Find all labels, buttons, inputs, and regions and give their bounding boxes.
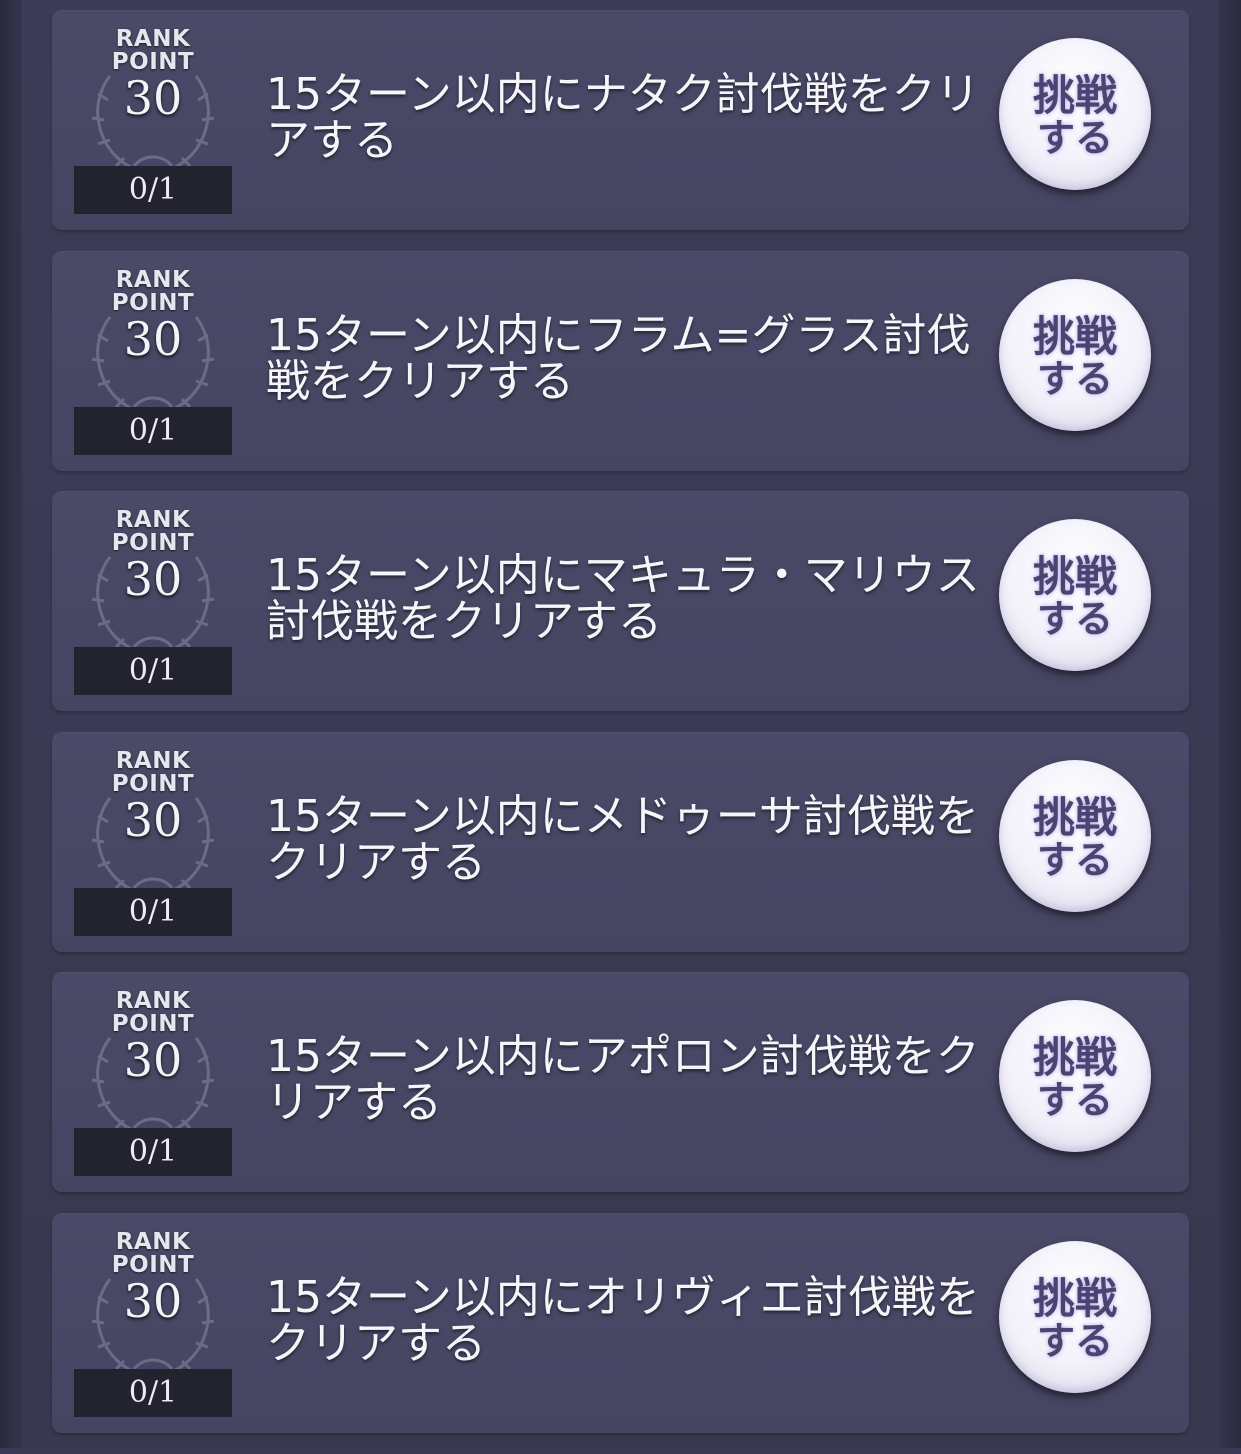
mission-card: RANK POINT 30 0/1 15ターン以内にマキュラ・マリウス討伐戦をク…	[52, 491, 1189, 712]
rank-point-badge: RANK POINT 30 0/1	[74, 507, 232, 696]
mission-card: RANK POINT 30 0/1 15ターン以内にフラム=グラス討伐戦をクリア…	[52, 250, 1189, 471]
rank-label-line1: RANK	[115, 988, 191, 1015]
rank-label-line1: RANK	[115, 1228, 191, 1255]
rank-point-value: 30	[123, 71, 183, 125]
mission-description: 15ターン以内にアポロン討伐戦をクリアする	[266, 1031, 980, 1129]
mission-list: RANK POINT 30 0/1 15ターン以内にナタク討伐戦をクリアする 挑…	[52, 10, 1189, 1454]
rank-point-label: RANK POINT	[74, 266, 232, 315]
rank-point-badge: RANK POINT 30 0/1	[74, 26, 232, 214]
rank-label-line1: RANK	[115, 266, 191, 293]
mission-description: 15ターン以内にメドゥーサ討伐戦をクリアする	[266, 790, 979, 888]
challenge-button-label-1: 挑戦	[1032, 71, 1117, 120]
progress-counter: 0/1	[74, 406, 232, 455]
challenge-button[interactable]: 挑戦 する	[999, 1240, 1151, 1393]
challenge-button[interactable]: 挑戦 する	[999, 1000, 1151, 1153]
challenge-button-label-1: 挑戦	[1032, 1033, 1117, 1083]
rank-label-line1: RANK	[115, 507, 191, 534]
challenge-button-label-1: 挑戦	[1032, 792, 1117, 842]
mission-description: 15ターン以内にフラム=グラス討伐戦をクリアする	[266, 309, 971, 407]
challenge-button-label-1: 挑戦	[1032, 311, 1117, 361]
rank-point-badge: RANK POINT 30 0/1	[74, 267, 232, 455]
mission-card: RANK POINT 30 0/1 15ターン以内にオリヴィエ討伐戦をクリアする…	[52, 1212, 1189, 1433]
rank-label-line1: RANK	[115, 26, 191, 52]
challenge-button-label-2: する	[1036, 1318, 1113, 1363]
challenge-button-label-2: する	[1036, 837, 1113, 882]
mission-card: RANK POINT 30 0/1 15ターン以内にナタク討伐戦をクリアする 挑…	[52, 10, 1189, 230]
rank-point-badge: RANK POINT 30 0/1	[74, 1229, 232, 1417]
progress-counter: 0/1	[74, 647, 232, 696]
challenge-button-label-2: する	[1036, 356, 1113, 401]
rank-point-value: 30	[123, 1033, 183, 1088]
progress-counter: 0/1	[74, 166, 232, 214]
progress-counter: 0/1	[74, 887, 232, 936]
mission-card: RANK POINT 30 0/1 15ターン以内にメドゥーサ討伐戦をクリアする…	[52, 731, 1189, 952]
frame-left-edge	[0, 0, 22, 1448]
challenge-button-label-1: 挑戦	[1032, 552, 1117, 602]
rank-point-badge: RANK POINT 30 0/1	[74, 988, 232, 1177]
rank-point-value: 30	[123, 1273, 183, 1328]
challenge-button-label-2: する	[1036, 116, 1113, 160]
mission-description: 15ターン以内にオリヴィエ討伐戦をクリアする	[266, 1271, 980, 1369]
rank-point-badge: RANK POINT 30 0/1	[74, 748, 232, 936]
rank-point-label: RANK POINT	[74, 990, 232, 1036]
challenge-button-label-2: する	[1036, 1078, 1113, 1123]
mission-card: RANK POINT 30 0/1 15ターン以内にアポロン討伐戦をクリアする …	[52, 972, 1189, 1193]
progress-counter: 0/1	[74, 1128, 232, 1177]
mission-list-screen: RANK POINT 30 0/1 15ターン以内にナタク討伐戦をクリアする 挑…	[0, 0, 1241, 1448]
challenge-button[interactable]: 挑戦 する	[999, 38, 1151, 190]
rank-point-label: RANK POINT	[74, 509, 232, 555]
mission-description: 15ターン以内にナタク討伐戦をクリアする	[266, 69, 980, 166]
frame-right-edge	[1219, 0, 1241, 1448]
rank-point-label: RANK POINT	[74, 747, 232, 796]
rank-point-label: RANK POINT	[74, 28, 232, 74]
challenge-button[interactable]: 挑戦 する	[999, 759, 1151, 912]
mission-description: 15ターン以内にマキュラ・マリウス討伐戦をクリアする	[266, 550, 980, 648]
challenge-button-label-1: 挑戦	[1032, 1273, 1117, 1323]
rank-point-label: RANK POINT	[74, 1228, 232, 1277]
rank-label-line1: RANK	[115, 747, 191, 774]
challenge-button[interactable]: 挑戦 する	[999, 519, 1151, 672]
rank-point-value: 30	[123, 311, 183, 366]
rank-point-value: 30	[123, 552, 183, 607]
rank-point-value: 30	[123, 792, 183, 847]
challenge-button[interactable]: 挑戦 する	[999, 278, 1151, 431]
challenge-button-label-2: する	[1036, 597, 1113, 642]
progress-counter: 0/1	[74, 1368, 232, 1417]
